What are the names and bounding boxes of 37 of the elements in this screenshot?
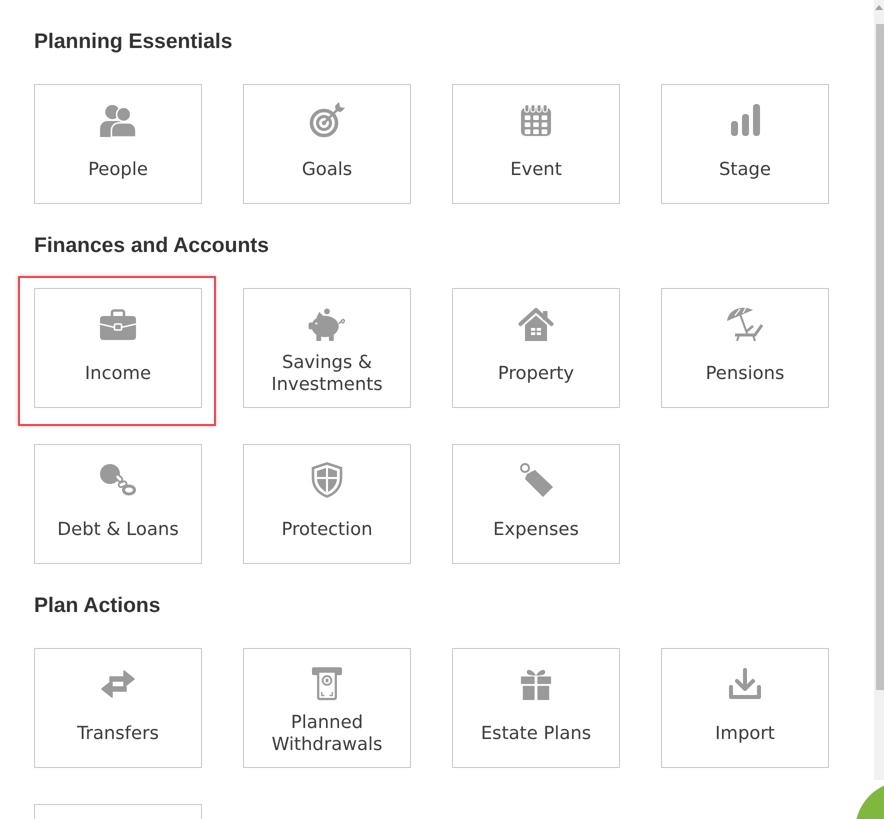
section-title: Plan Actions <box>34 594 162 618</box>
category-tile[interactable]: Savings & Investments <box>243 288 411 408</box>
piggy-bank-icon <box>307 308 347 340</box>
cash-slot-icon <box>312 666 342 702</box>
category-tile[interactable]: Income <box>34 288 202 408</box>
scrollbar-thumb[interactable] <box>876 24 884 690</box>
category-tile[interactable]: Estate Plans <box>452 648 620 768</box>
category-tile[interactable]: Property <box>452 288 620 408</box>
calendar-icon <box>521 104 551 136</box>
scrollbar[interactable] <box>874 0 884 780</box>
category-tile[interactable]: Debt & Loans <box>34 444 202 564</box>
category-tile[interactable]: Expenses <box>452 444 620 564</box>
section-title: Finances and Accounts <box>34 234 270 258</box>
gift-icon <box>520 667 552 701</box>
category-tile[interactable]: People <box>34 84 202 204</box>
target-icon <box>309 102 345 138</box>
scroll-up-arrow-icon[interactable] <box>875 5 883 10</box>
people-icon <box>99 104 137 136</box>
category-tile[interactable]: Protection <box>243 444 411 564</box>
section-title: Planning Essentials <box>34 30 234 54</box>
price-tag-icon <box>518 462 554 498</box>
category-tile[interactable]: Goals <box>243 84 411 204</box>
shield-icon <box>311 462 343 498</box>
house-icon <box>518 307 554 341</box>
category-tile[interactable] <box>34 804 202 819</box>
bar-chart-icon <box>730 104 760 136</box>
ball-and-chain-icon <box>100 464 136 496</box>
swap-arrows-icon <box>100 669 136 699</box>
category-tile[interactable]: Stage <box>661 84 829 204</box>
briefcase-icon <box>100 308 136 340</box>
category-tile[interactable]: Import <box>661 648 829 768</box>
category-tile[interactable]: Pensions <box>661 288 829 408</box>
download-icon <box>728 668 762 700</box>
beach-umbrella-icon <box>726 306 764 342</box>
category-tile[interactable]: Transfers <box>34 648 202 768</box>
category-tile[interactable]: Planned Withdrawals <box>243 648 411 768</box>
category-tile[interactable]: Event <box>452 84 620 204</box>
